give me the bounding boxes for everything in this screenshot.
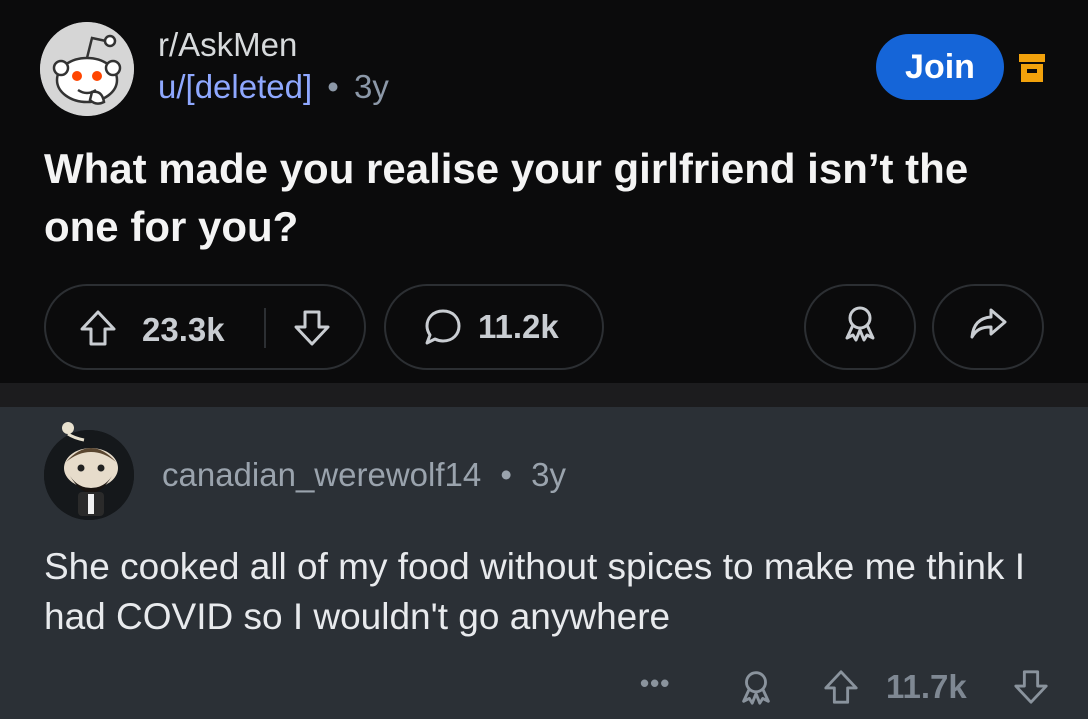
- meta-dot: •: [327, 68, 339, 105]
- upvote-arrow-icon[interactable]: [822, 668, 860, 711]
- upvote-arrow-icon[interactable]: [78, 308, 118, 356]
- post-score: 23.3k: [142, 311, 225, 348]
- comments-button[interactable]: 11.2k: [384, 284, 604, 370]
- section-separator: [0, 383, 1088, 407]
- subreddit-name[interactable]: r/AskMen: [158, 26, 297, 64]
- share-arrow-icon: [967, 302, 1009, 352]
- award-icon: [839, 302, 881, 352]
- downvote-arrow-icon[interactable]: [1012, 668, 1050, 711]
- comment-bubble-icon: [422, 306, 464, 348]
- more-options-icon[interactable]: •••: [640, 668, 670, 699]
- archive-icon: [1016, 52, 1052, 84]
- commenter-avatar[interactable]: [44, 422, 134, 520]
- vote-bar: 23.3k: [44, 284, 366, 370]
- award-button[interactable]: [804, 284, 916, 370]
- meta-dot: •: [500, 456, 512, 493]
- comment-body: She cooked all of my food without spices…: [44, 546, 1025, 637]
- comment-count: 11.2k: [478, 308, 559, 345]
- comment-actions: •••: [640, 666, 1070, 710]
- snoo-icon: [40, 22, 134, 116]
- vote-divider: [264, 308, 266, 348]
- post-title[interactable]: What made you realise your girlfriend is…: [44, 140, 1044, 256]
- downvote-arrow-icon[interactable]: [292, 308, 332, 356]
- comment-score: 11.7k: [886, 668, 967, 705]
- share-button[interactable]: [932, 284, 1044, 370]
- subreddit-avatar[interactable]: [40, 22, 134, 116]
- snoo-avatar-icon: [44, 422, 134, 520]
- post-card: r/AskMen u/[deleted] • 3y Join What made…: [0, 0, 1088, 383]
- comment-author[interactable]: canadian_werewolf14: [162, 456, 481, 493]
- comment-age: 3y: [531, 456, 566, 493]
- post-meta: u/[deleted] • 3y: [158, 68, 389, 106]
- join-button[interactable]: Join: [876, 34, 1004, 100]
- post-age: 3y: [354, 68, 389, 105]
- post-author[interactable]: u/[deleted]: [158, 68, 312, 105]
- comment-meta: canadian_werewolf14 • 3y: [162, 456, 566, 494]
- award-icon[interactable]: [736, 666, 776, 713]
